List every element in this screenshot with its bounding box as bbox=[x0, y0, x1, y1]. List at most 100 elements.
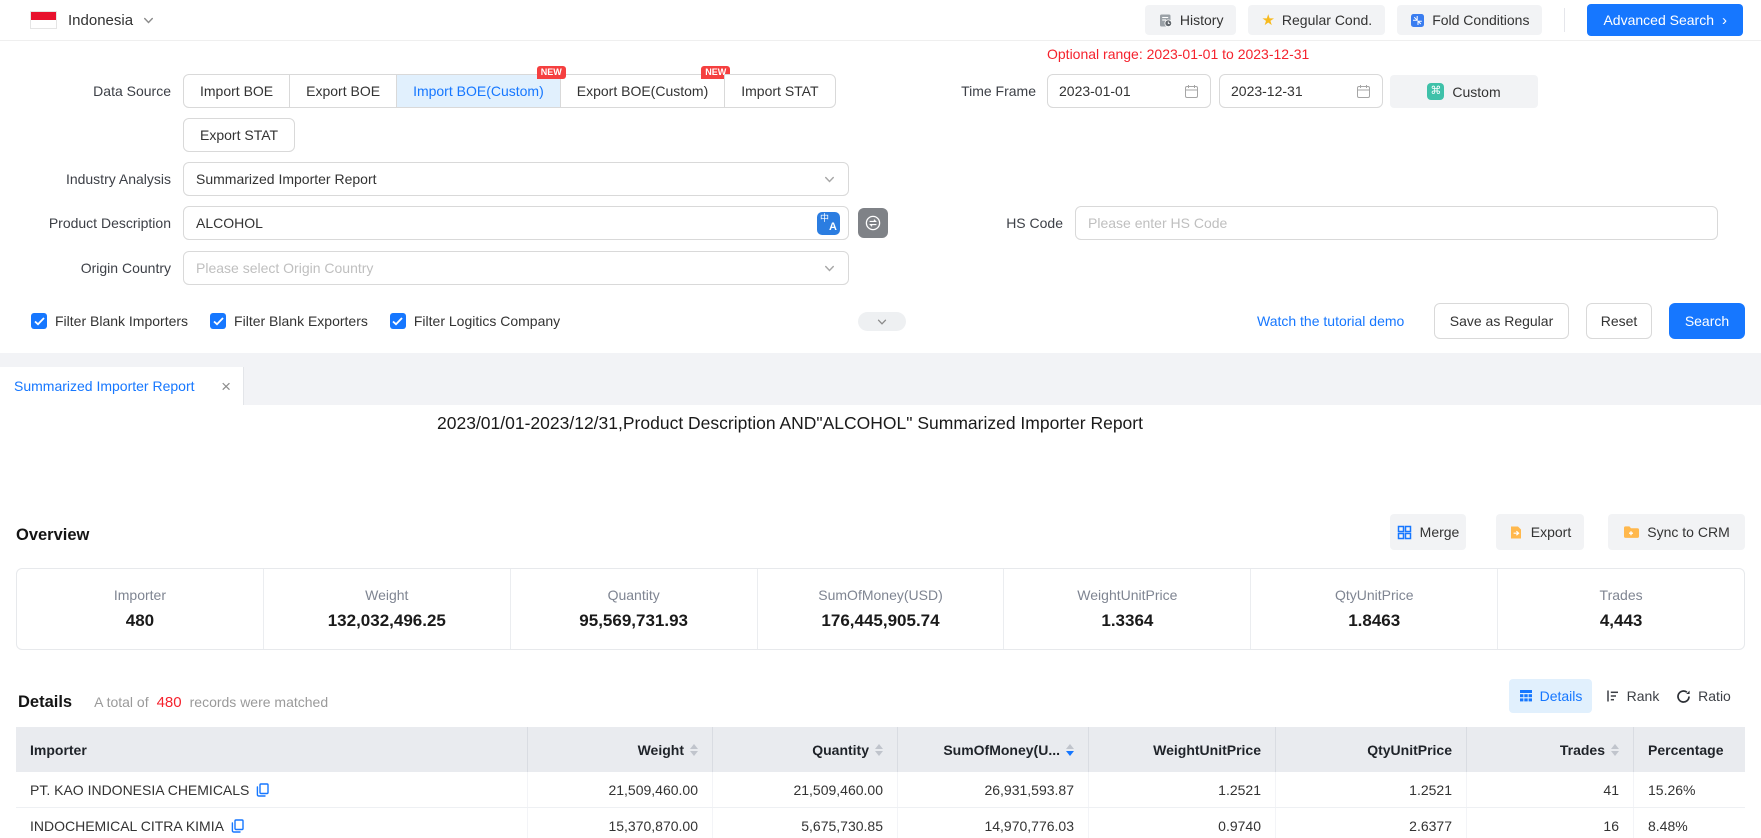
origin-country-placeholder: Please select Origin Country bbox=[196, 260, 373, 276]
copy-icon[interactable] bbox=[256, 783, 269, 797]
custom-icon: ⌘ bbox=[1427, 83, 1444, 100]
sort-icons[interactable] bbox=[690, 744, 698, 756]
calendar-icon bbox=[1356, 84, 1371, 99]
importer-cell[interactable]: INDOCHEMICAL CITRA KIMIA bbox=[16, 808, 528, 838]
close-icon[interactable]: × bbox=[221, 378, 231, 395]
copy-icon[interactable] bbox=[231, 819, 244, 833]
date-end-value: 2023-12-31 bbox=[1231, 83, 1303, 99]
stat-weight: Weight132,032,496.25 bbox=[263, 569, 510, 649]
quantity-cell: 21,509,460.00 bbox=[713, 772, 898, 807]
regular-cond-button[interactable]: ★ Regular Cond. bbox=[1248, 5, 1385, 35]
sync-to-crm-button[interactable]: Sync to CRM bbox=[1608, 514, 1745, 550]
tab-export-stat[interactable]: Export STAT bbox=[183, 118, 295, 152]
merge-icon bbox=[1397, 525, 1412, 540]
sort-icons[interactable] bbox=[1066, 744, 1074, 756]
export-button[interactable]: Export bbox=[1496, 514, 1584, 550]
table-header-row: Importer Weight Quantity SumOfMoney(U...… bbox=[16, 727, 1745, 772]
export-label: Export bbox=[1531, 524, 1571, 540]
checkbox-checked-icon bbox=[210, 313, 226, 329]
col-trades[interactable]: Trades bbox=[1467, 727, 1634, 772]
weight-unit-price-cell: 1.2521 bbox=[1089, 772, 1276, 807]
chevron-down-icon bbox=[876, 316, 888, 328]
view-details-button[interactable]: Details bbox=[1509, 679, 1592, 713]
ratio-icon bbox=[1676, 689, 1691, 704]
weight-cell: 15,370,870.00 bbox=[528, 808, 713, 838]
tab-import-boe-custom[interactable]: Import BOE(Custom)NEW bbox=[396, 74, 561, 108]
table-row: PT. KAO INDONESIA CHEMICALS 21,509,460.0… bbox=[16, 772, 1745, 808]
merge-button[interactable]: Merge bbox=[1390, 514, 1466, 550]
table-icon bbox=[1519, 689, 1533, 703]
filter-checkbox-row: Filter Blank Importers Filter Blank Expo… bbox=[31, 303, 582, 339]
sort-icons[interactable] bbox=[875, 744, 883, 756]
reset-button[interactable]: Reset bbox=[1586, 303, 1652, 339]
view-ratio-label: Ratio bbox=[1698, 688, 1731, 704]
top-bar: Indonesia History ★ Regular Cond. Fold C… bbox=[0, 0, 1761, 41]
watch-tutorial-link[interactable]: Watch the tutorial demo bbox=[1257, 303, 1404, 339]
checkbox-filter-blank-importers[interactable]: Filter Blank Importers bbox=[31, 313, 188, 329]
swap-circle-icon bbox=[864, 214, 882, 232]
checkbox-filter-blank-exporters[interactable]: Filter Blank Exporters bbox=[210, 313, 368, 329]
tab-import-stat[interactable]: Import STAT bbox=[724, 74, 835, 108]
checkbox-checked-icon bbox=[31, 313, 47, 329]
expand-conditions-button[interactable] bbox=[858, 312, 906, 331]
hs-code-input[interactable] bbox=[1088, 215, 1705, 231]
col-percentage: Percentage bbox=[1634, 727, 1745, 772]
stat-qty-unit-price: QtyUnitPrice1.8463 bbox=[1250, 569, 1497, 649]
view-rank-button[interactable]: Rank bbox=[1604, 679, 1661, 713]
date-start-input[interactable]: 2023-01-01 bbox=[1047, 74, 1211, 108]
importer-name[interactable]: INDOCHEMICAL CITRA KIMIA bbox=[30, 818, 224, 834]
tab-export-boe-custom[interactable]: Export BOE(Custom)NEW bbox=[560, 74, 725, 108]
filter-panel: Optional range: 2023-01-01 to 2023-12-31… bbox=[0, 41, 1761, 353]
origin-country-select[interactable]: Please select Origin Country bbox=[183, 251, 849, 285]
history-icon bbox=[1158, 13, 1173, 28]
tab-import-boe[interactable]: Import BOE bbox=[183, 74, 290, 108]
report-content: 2023/01/01-2023/12/31,Product Descriptio… bbox=[0, 405, 1761, 838]
chevron-down-icon[interactable] bbox=[142, 14, 155, 27]
rank-icon bbox=[1606, 689, 1620, 703]
result-tab-strip: Summarized Importer Report × bbox=[0, 353, 1761, 405]
regular-cond-label: Regular Cond. bbox=[1282, 12, 1372, 28]
checkbox-checked-icon bbox=[390, 313, 406, 329]
app-root: Indonesia History ★ Regular Cond. Fold C… bbox=[0, 0, 1761, 838]
trades-cell: 41 bbox=[1467, 772, 1634, 807]
stat-quantity: Quantity95,569,731.93 bbox=[510, 569, 757, 649]
importer-cell[interactable]: PT. KAO INDONESIA CHEMICALS bbox=[16, 772, 528, 807]
product-description-input[interactable] bbox=[196, 215, 836, 231]
overview-stats-panel: Importer480 Weight132,032,496.25 Quantit… bbox=[16, 568, 1745, 650]
advanced-search-button[interactable]: Advanced Search › bbox=[1587, 4, 1743, 36]
search-button[interactable]: Search bbox=[1669, 303, 1745, 339]
checkbox-filter-logitics-company[interactable]: Filter Logitics Company bbox=[390, 313, 560, 329]
industry-analysis-select[interactable]: Summarized Importer Report bbox=[183, 162, 849, 196]
qty-unit-price-cell: 1.2521 bbox=[1276, 772, 1467, 807]
advanced-search-label: Advanced Search bbox=[1603, 12, 1714, 28]
translate-icon[interactable]: 中A bbox=[817, 212, 840, 235]
history-button[interactable]: History bbox=[1145, 5, 1237, 35]
view-details-label: Details bbox=[1540, 688, 1583, 704]
chevron-right-icon: › bbox=[1722, 13, 1727, 28]
translate-toggle-button[interactable] bbox=[858, 208, 888, 238]
export-icon bbox=[1509, 525, 1523, 540]
save-as-regular-button[interactable]: Save as Regular bbox=[1434, 303, 1569, 339]
col-quantity[interactable]: Quantity bbox=[713, 727, 898, 772]
col-weight[interactable]: Weight bbox=[528, 727, 713, 772]
view-ratio-button[interactable]: Ratio bbox=[1671, 679, 1736, 713]
stat-importer: Importer480 bbox=[17, 569, 263, 649]
col-qty-unit-price: QtyUnitPrice bbox=[1276, 727, 1467, 772]
fold-conditions-button[interactable]: Fold Conditions bbox=[1397, 5, 1542, 35]
table-row: INDOCHEMICAL CITRA KIMIA 15,370,870.00 5… bbox=[16, 808, 1745, 838]
fold-conditions-label: Fold Conditions bbox=[1432, 12, 1529, 28]
col-weight-unit-price: WeightUnitPrice bbox=[1089, 727, 1276, 772]
topbar-divider bbox=[1564, 8, 1565, 32]
country-selector-label[interactable]: Indonesia bbox=[68, 12, 133, 29]
folder-sync-icon bbox=[1623, 525, 1639, 539]
tab-export-boe[interactable]: Export BOE bbox=[289, 74, 397, 108]
date-end-input[interactable]: 2023-12-31 bbox=[1219, 74, 1383, 108]
new-badge: NEW bbox=[537, 66, 566, 79]
importer-name[interactable]: PT. KAO INDONESIA CHEMICALS bbox=[30, 782, 249, 798]
history-label: History bbox=[1180, 12, 1224, 28]
custom-range-button[interactable]: ⌘ Custom bbox=[1390, 75, 1538, 108]
stat-weight-unit-price: WeightUnitPrice1.3364 bbox=[1003, 569, 1250, 649]
sort-icons[interactable] bbox=[1611, 744, 1619, 756]
col-sum-of-money[interactable]: SumOfMoney(U... bbox=[898, 727, 1089, 772]
tab-summarized-importer-report[interactable]: Summarized Importer Report × bbox=[0, 367, 244, 405]
